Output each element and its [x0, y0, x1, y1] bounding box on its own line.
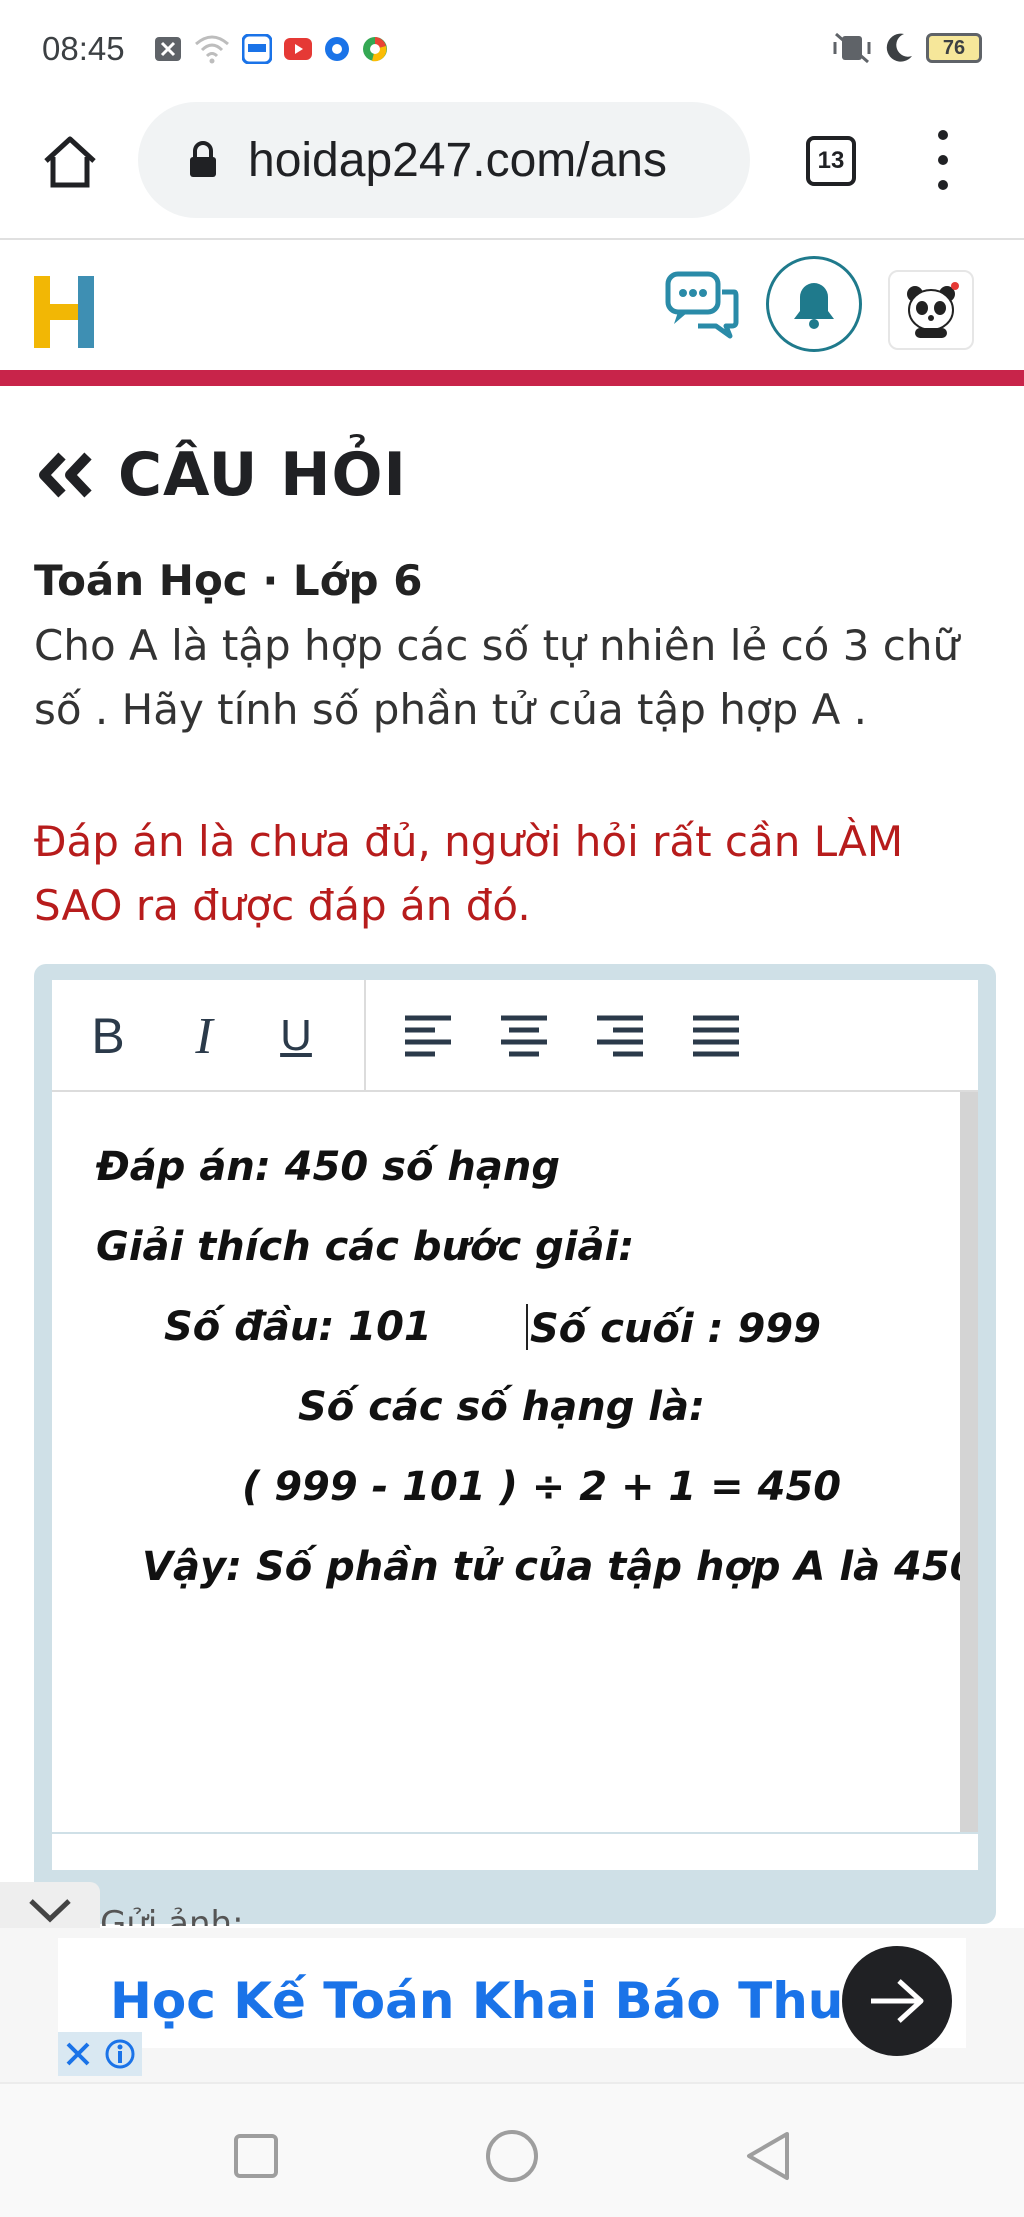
- bell-icon: [794, 283, 834, 329]
- chevron-down-icon: [29, 1899, 71, 1923]
- upload-image-label: Gửi ảnh:: [100, 1904, 244, 1926]
- underline-button[interactable]: U: [266, 1000, 326, 1072]
- answer-line: Đáp án: 450 số hạng: [96, 1144, 560, 1190]
- status-bar: 08:45 76: [0, 0, 1024, 100]
- status-time: 08:45: [42, 30, 125, 67]
- first-term: Số đầu: 101: [164, 1304, 432, 1350]
- italic-button[interactable]: I: [174, 1000, 234, 1072]
- editor-footer: [52, 1834, 978, 1870]
- text-caret: [526, 1304, 528, 1350]
- ad-banner[interactable]: Học Kế Toán Khai Báo Thuế: [0, 1928, 1024, 2082]
- align-left-icon: [405, 1015, 451, 1057]
- last-term-line: Số cuối : 999: [526, 1304, 821, 1352]
- align-center-icon: [501, 1015, 547, 1057]
- ad-close-button[interactable]: [58, 2032, 142, 2076]
- last-term: Số cuối : 999: [530, 1306, 821, 1352]
- chat-icon[interactable]: [664, 270, 740, 342]
- conclusion-line: Vậy: Số phần tử của tập hợp A là 450: [142, 1544, 978, 1590]
- align-justify-icon: [693, 1015, 739, 1057]
- align-right-icon: [597, 1015, 643, 1057]
- browser-toolbar: hoidap247.com/ans 13: [0, 100, 1024, 240]
- align-left-button[interactable]: [400, 1000, 456, 1072]
- notice-text: Đáp án là chưa đủ, người hỏi rất cần LÀM…: [34, 817, 904, 930]
- editor-content[interactable]: Đáp án: 450 số hạng Giải thích các bước …: [52, 1092, 978, 1832]
- editor-toolbar: B I U: [52, 980, 978, 1092]
- lock-icon: [190, 141, 216, 177]
- back-triangle-icon: [747, 2132, 789, 2180]
- system-icons: 76: [832, 32, 982, 64]
- back-button[interactable]: [736, 2124, 800, 2188]
- page-heading: CÂU HỎI: [36, 440, 407, 510]
- home-nav-button[interactable]: [480, 2124, 544, 2188]
- system-nav-bar: [0, 2082, 1024, 2217]
- editor-scrollbar[interactable]: [960, 1092, 978, 1832]
- home-button[interactable]: [38, 130, 102, 194]
- align-center-button[interactable]: [496, 1000, 552, 1072]
- toolbar-separator: [364, 980, 366, 1092]
- square-icon: [234, 2134, 278, 2178]
- overflow-menu-button[interactable]: [930, 130, 956, 190]
- home-icon: [44, 136, 96, 188]
- menu-dot: [938, 130, 948, 140]
- notification-icons: [154, 34, 388, 64]
- tab-switcher-button[interactable]: 13: [806, 136, 856, 186]
- double-chevron-left-icon[interactable]: [36, 450, 96, 500]
- count-label: Số các số hạng là:: [298, 1384, 705, 1430]
- header-divider: [0, 370, 1024, 386]
- bold-button[interactable]: B: [78, 1000, 138, 1072]
- site-header: [0, 242, 1024, 370]
- avatar[interactable]: [888, 270, 974, 350]
- info-icon: [105, 2039, 135, 2069]
- wifi-icon: [195, 35, 229, 64]
- menu-dot: [938, 155, 948, 165]
- moon-icon: [886, 33, 912, 62]
- ad-arrow-button[interactable]: [842, 1946, 952, 2056]
- zalo-icon: [242, 34, 272, 64]
- ad-text[interactable]: Học Kế Toán Khai Báo Thuế: [110, 1972, 877, 2030]
- chrome-icon-2: [363, 37, 387, 62]
- youtube-icon: [284, 38, 312, 60]
- page-title: CÂU HỎI: [118, 440, 407, 510]
- x-app-icon: [155, 37, 181, 61]
- panda-icon: [907, 282, 959, 338]
- arrow-right-icon: [871, 1979, 924, 2023]
- notification-button[interactable]: [766, 256, 862, 352]
- menu-dot: [938, 180, 948, 190]
- recents-button[interactable]: [224, 2124, 288, 2188]
- explanation-heading: Giải thích các bước giải:: [96, 1224, 635, 1270]
- align-right-button[interactable]: [592, 1000, 648, 1072]
- subject-label[interactable]: Toán Học · Lớp 6: [34, 556, 422, 605]
- question-text: Cho A là tập hợp các số tự nhiên lẻ có 3…: [34, 621, 960, 734]
- url-text: hoidap247.com/ans: [248, 133, 667, 187]
- align-justify-button[interactable]: [688, 1000, 744, 1072]
- battery-icon: 76: [926, 33, 982, 63]
- close-icon: [66, 2042, 90, 2066]
- vibrate-off-icon: [833, 32, 871, 64]
- circle-icon: [486, 2130, 538, 2182]
- address-bar[interactable]: hoidap247.com/ans: [138, 102, 750, 218]
- site-logo[interactable]: [32, 274, 98, 350]
- formula-line: ( 999 - 101 ) ÷ 2 + 1 = 450: [242, 1464, 842, 1510]
- chrome-icon: [325, 37, 349, 61]
